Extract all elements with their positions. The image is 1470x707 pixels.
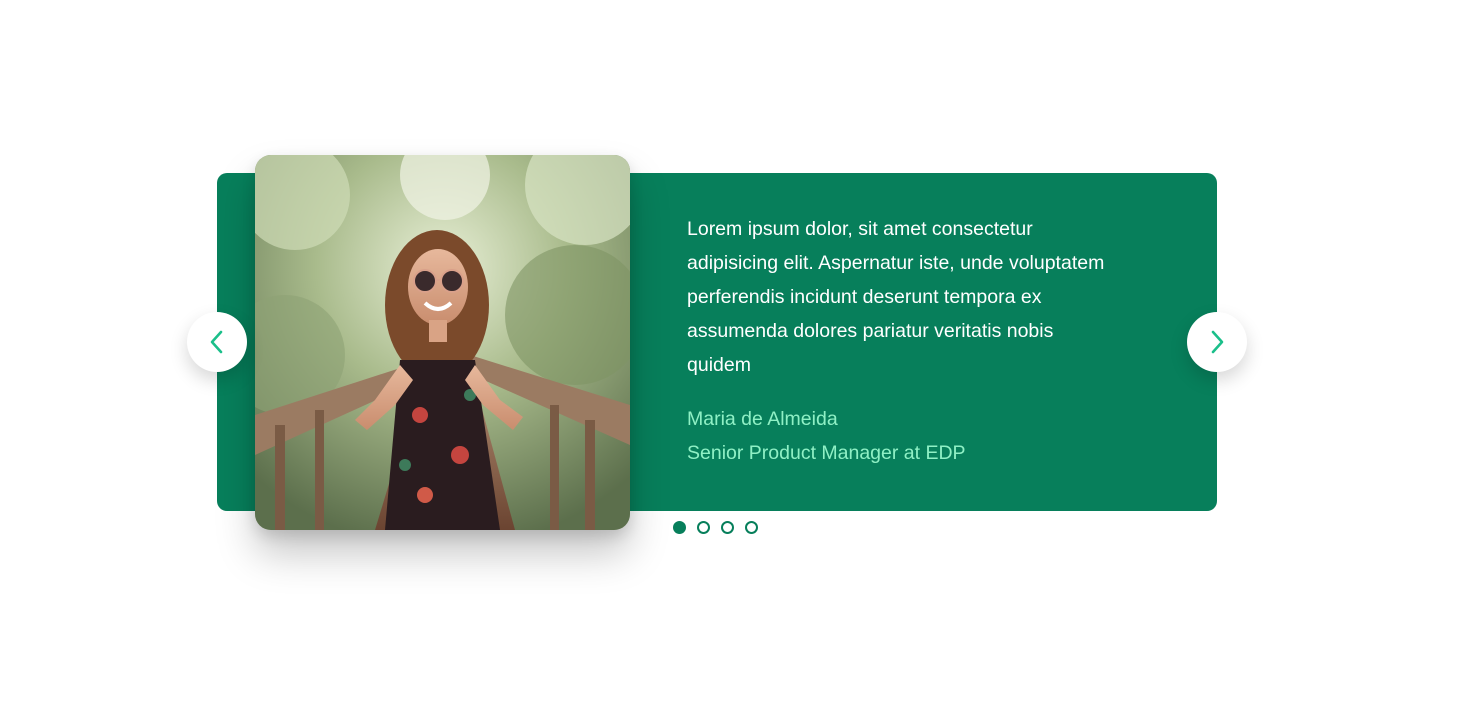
author-title: Senior Product Manager at EDP [687,442,966,464]
pagination-dot-3[interactable] [721,521,734,534]
pagination-dot-1[interactable] [673,521,686,534]
previous-slide-button[interactable] [187,312,247,372]
testimonial-photo [255,155,630,530]
chevron-left-icon [210,330,223,354]
testimonial-author: Maria de Almeida Senior Product Manager … [687,402,966,470]
pagination-dots [673,521,758,534]
testimonial-quote: Lorem ipsum dolor, sit amet consectetur … [687,218,1105,376]
testimonial-slider: Lorem ipsum dolor, sit amet consectetur … [0,0,1470,707]
pagination-dot-2[interactable] [697,521,710,534]
pagination-dot-4[interactable] [745,521,758,534]
next-slide-button[interactable] [1187,312,1247,372]
chevron-right-icon [1211,330,1224,354]
author-name: Maria de Almeida [687,408,838,430]
